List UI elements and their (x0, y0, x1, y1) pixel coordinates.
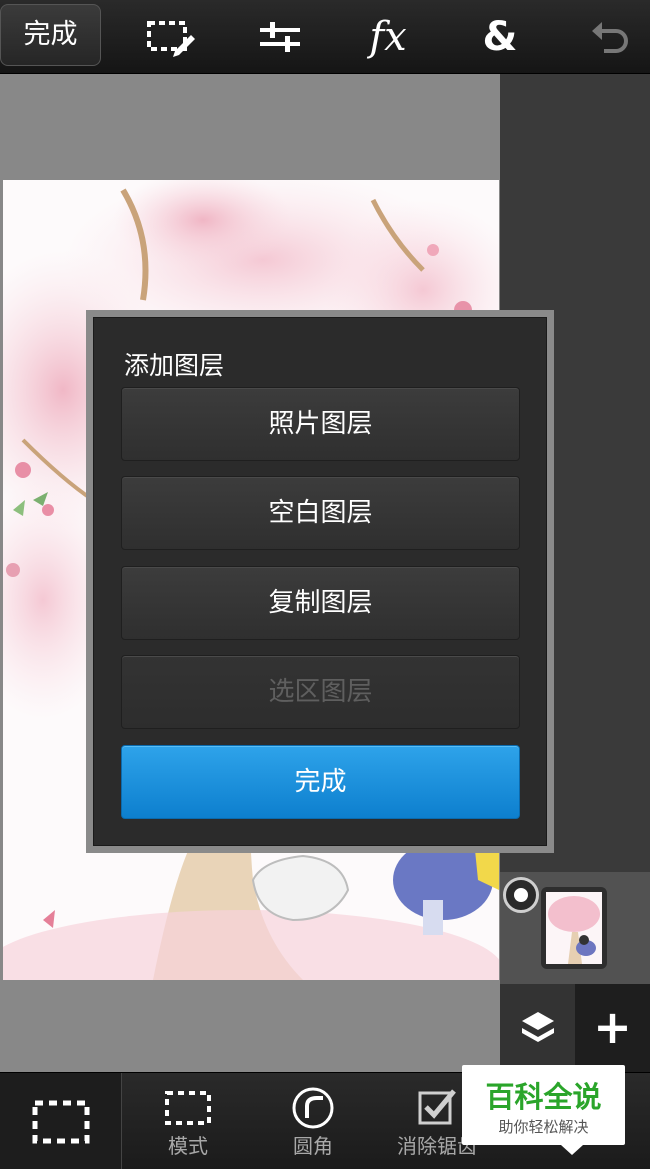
fx-icon[interactable]: fx (363, 13, 413, 61)
checkbox-icon (418, 1089, 456, 1125)
dialog-title: 添加图层 (124, 351, 225, 380)
done-button-top[interactable]: 完成 (0, 4, 101, 66)
watermark-logo: 百科全说 助你轻松解决 (462, 1065, 625, 1145)
rect-select-button[interactable] (0, 1073, 122, 1169)
add-layer-dialog: 添加图层 照片图层 空白图层 复制图层 选区图层 完成 (86, 310, 554, 853)
layer-thumbnail[interactable] (541, 887, 607, 969)
duplicate-layer-button[interactable]: 复制图层 (121, 566, 520, 640)
round-corner-tool[interactable]: 圆角 (258, 1085, 368, 1169)
mode-tool[interactable]: 模式 (133, 1085, 243, 1169)
dialog-panel: 添加图层 照片图层 空白图层 复制图层 选区图层 完成 (93, 317, 547, 846)
selection-edit-icon[interactable] (145, 13, 195, 61)
watermark-pointer (561, 1145, 583, 1155)
watermark-sub-text: 助你轻松解决 (498, 1118, 589, 1136)
layer-thumbnail-image (546, 892, 602, 964)
undo-icon[interactable] (585, 13, 635, 61)
adjust-sliders-icon[interactable] (255, 13, 305, 61)
add-layer-button[interactable]: + (575, 984, 650, 1072)
rect-select-icon (32, 1100, 89, 1143)
watermark-main-text: 百科全说 (485, 1080, 602, 1114)
round-corner-icon (292, 1087, 334, 1129)
mode-tool-label: 模式 (168, 1134, 208, 1158)
layer-visibility-radio[interactable] (503, 877, 539, 913)
blank-layer-button[interactable]: 空白图层 (121, 476, 520, 550)
dialog-done-button[interactable]: 完成 (121, 745, 520, 819)
dashed-rect-icon (165, 1091, 211, 1125)
photo-layer-button[interactable]: 照片图层 (121, 387, 520, 461)
layers-button[interactable] (500, 984, 575, 1072)
layers-icon (521, 1012, 554, 1042)
selection-layer-button: 选区图层 (121, 655, 520, 729)
blend-icon[interactable]: & (475, 13, 525, 61)
top-toolbar: 完成 fx & (0, 0, 650, 74)
round-corner-label: 圆角 (293, 1134, 333, 1158)
